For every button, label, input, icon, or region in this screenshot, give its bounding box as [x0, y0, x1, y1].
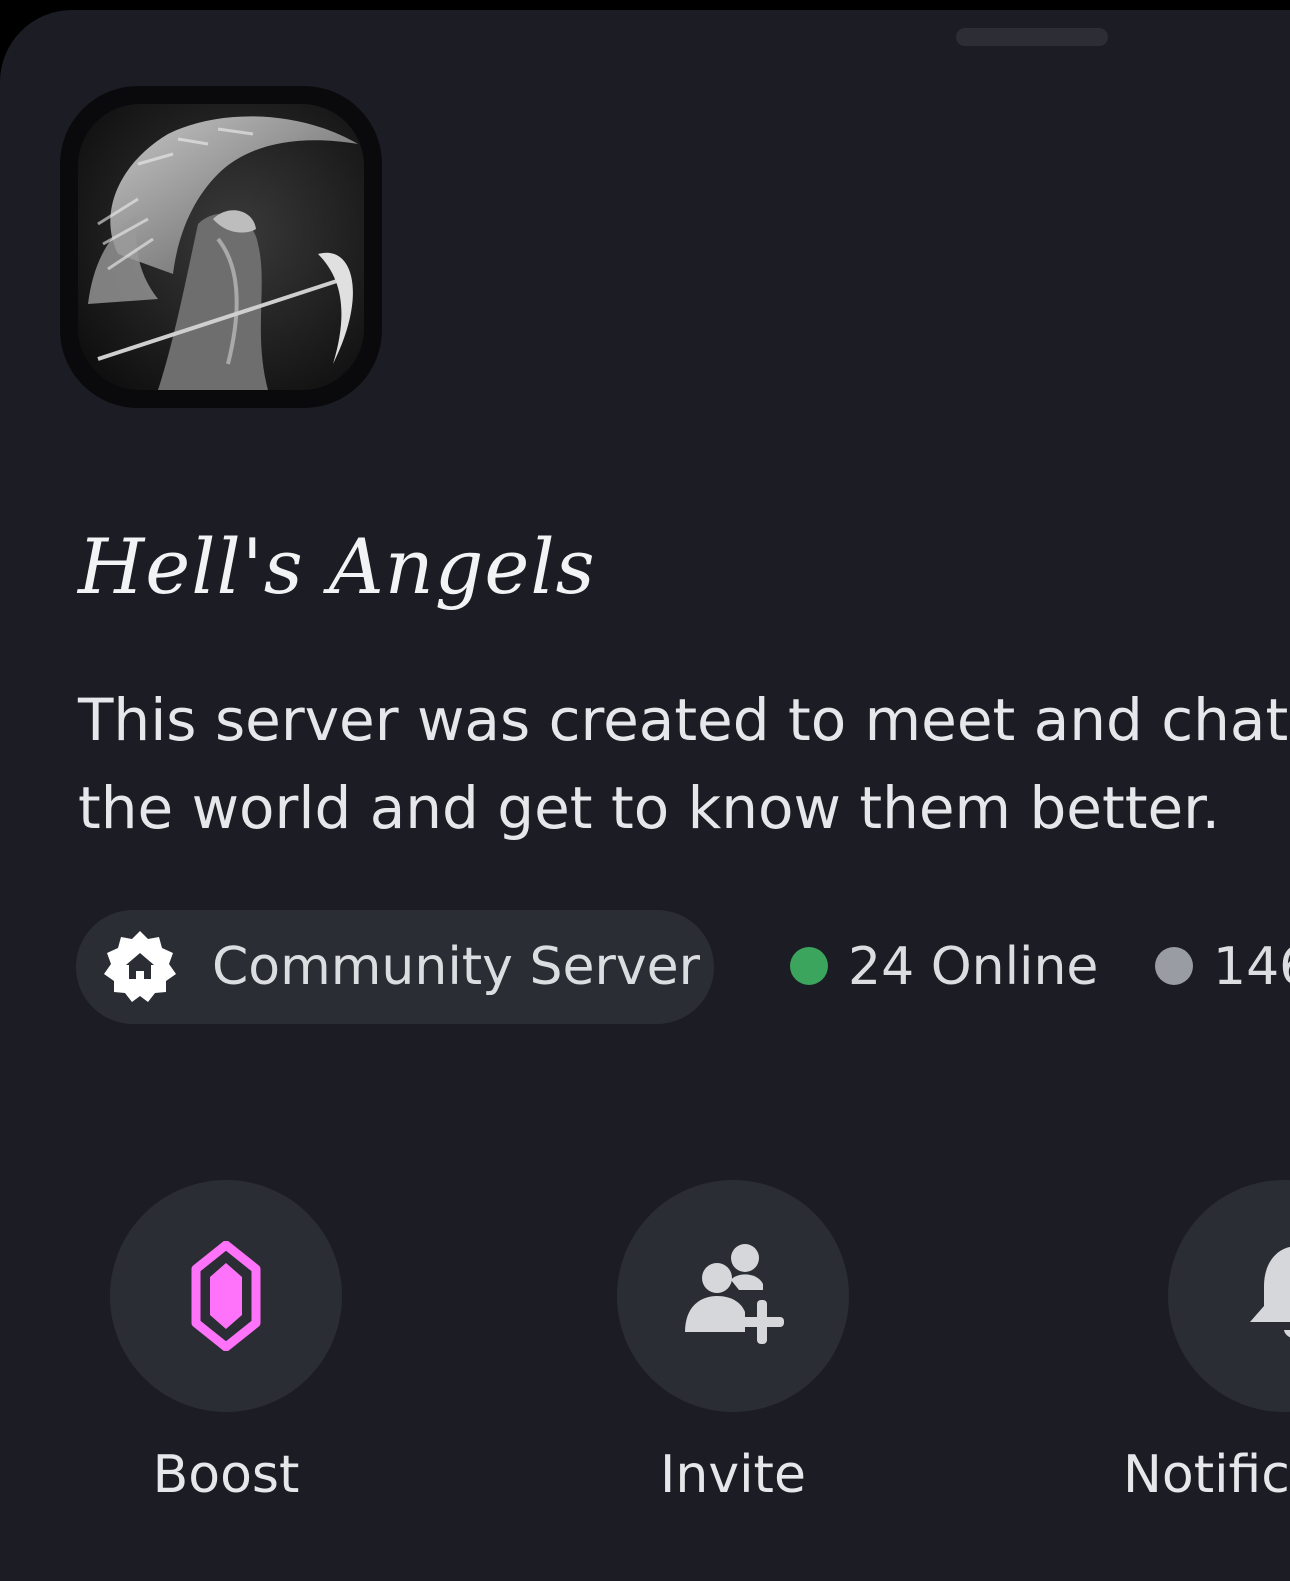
notifications-label: Notific [1123, 1445, 1290, 1505]
description-line-2: the world and get to know them better. [78, 774, 1221, 842]
online-status-dot [790, 947, 828, 985]
notifications-button[interactable] [1168, 1180, 1290, 1412]
boost-gem-icon [191, 1241, 261, 1351]
sheet-drag-handle[interactable] [956, 28, 1108, 46]
community-server-label: Community Server [212, 937, 701, 997]
boost-label: Boost [152, 1445, 300, 1505]
notifications-action[interactable]: Notific [1123, 1180, 1290, 1505]
invite-action[interactable]: Invite [617, 1180, 849, 1505]
community-home-icon [104, 931, 176, 1002]
angel-artwork-image [78, 104, 364, 390]
boost-button[interactable] [110, 1180, 342, 1412]
description-line-1: This server was created to meet and chat… [78, 686, 1290, 754]
status-strip [0, 0, 1290, 10]
server-icon-image[interactable] [78, 104, 364, 390]
member-count: 146 [1155, 910, 1290, 1024]
online-count: 24 Online [790, 910, 1098, 1024]
add-member-icon [685, 1244, 784, 1344]
member-status-dot [1155, 947, 1193, 985]
invite-button[interactable] [617, 1180, 849, 1412]
server-icon-frame [60, 86, 382, 408]
community-server-badge[interactable]: Community Server [76, 910, 714, 1024]
boost-action[interactable]: Boost [110, 1180, 342, 1505]
invite-label: Invite [660, 1445, 806, 1505]
bell-icon [1250, 1246, 1290, 1338]
server-description: This server was created to meet and chat… [78, 676, 1290, 852]
server-name: Hell's Angels [78, 522, 596, 611]
member-count-text: 146 [1213, 937, 1290, 997]
server-info-sheet: Hell's Angels This server was created to… [0, 10, 1290, 1581]
online-count-text: 24 Online [848, 937, 1099, 997]
